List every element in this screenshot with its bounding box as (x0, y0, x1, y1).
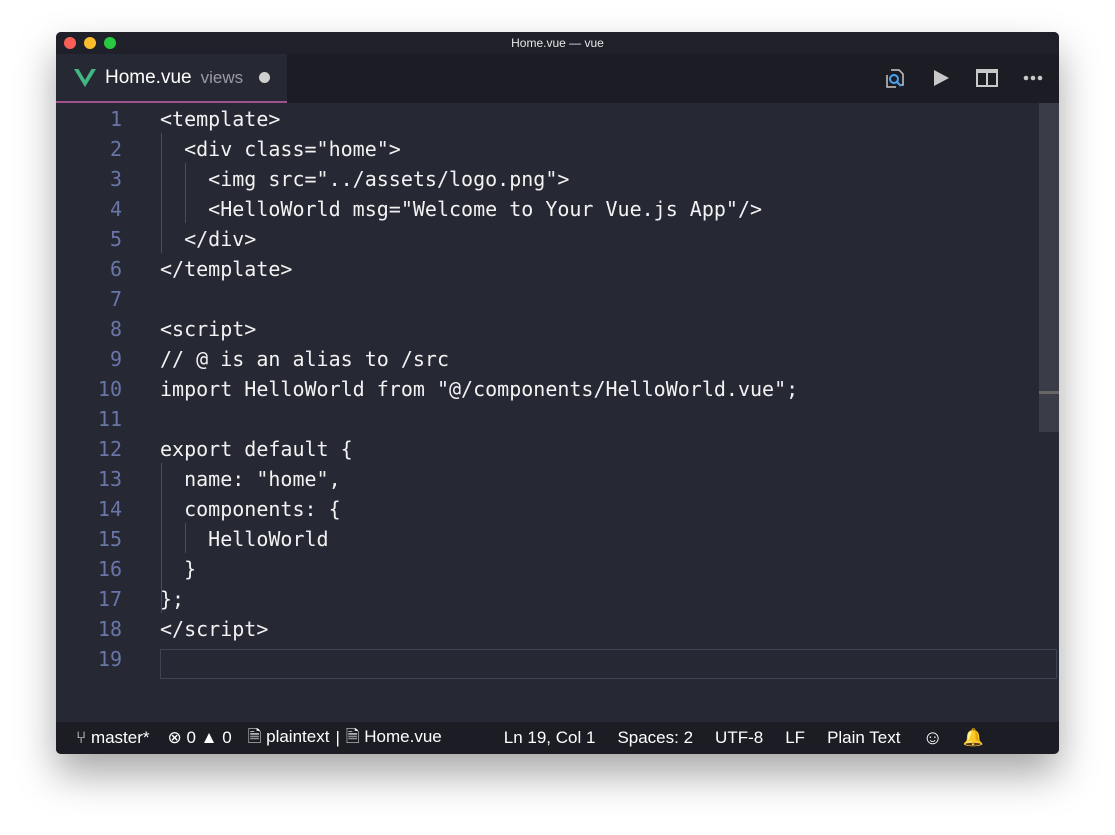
code-line[interactable]: 10 import HelloWorld from "@/components/H… (56, 374, 1039, 404)
code-line[interactable]: 13 name: "home", (56, 464, 1039, 494)
line-text: import HelloWorld from "@/components/Hel… (160, 374, 798, 404)
line-number: 19 (56, 644, 122, 674)
code-line[interactable]: 3 <img src="../assets/logo.png"> (56, 164, 1039, 194)
code-line[interactable]: 8 <script> (56, 314, 1039, 344)
line-text: <HelloWorld msg="Welcome to Your Vue.js … (160, 194, 762, 224)
scrollbar[interactable] (1039, 103, 1059, 432)
window-title: Home.vue — vue (511, 36, 604, 50)
close-button[interactable] (64, 37, 76, 49)
code-line[interactable]: 5 </div> (56, 224, 1039, 254)
more-actions-icon[interactable] (1021, 66, 1045, 90)
notifications-bell-icon[interactable]: 🔔 (963, 728, 984, 748)
line-text: </script> (160, 614, 268, 644)
line-text: }; (160, 584, 184, 614)
code-line[interactable]: 12 export default { (56, 434, 1039, 464)
line-number: 7 (56, 284, 122, 314)
encoding[interactable]: UTF-8 (715, 728, 763, 748)
line-number: 13 (56, 464, 122, 494)
code-line[interactable]: 14 components: { (56, 494, 1039, 524)
file-item[interactable]: 🗎 Home.vue (346, 724, 442, 753)
line-number: 11 (56, 404, 122, 434)
minimize-button[interactable] (84, 37, 96, 49)
line-text: <script> (160, 314, 256, 344)
vue-icon (74, 69, 96, 87)
code-line[interactable]: 16 } (56, 554, 1039, 584)
code-line[interactable]: 1 <template> (56, 104, 1039, 134)
feedback-smiley-icon[interactable]: ☺ (922, 727, 942, 750)
code-editor[interactable]: 1<template>2 <div class="home">3 <img sr… (56, 103, 1059, 722)
line-number: 8 (56, 314, 122, 344)
line-text: HelloWorld (160, 524, 329, 554)
line-number: 18 (56, 614, 122, 644)
language-id-item[interactable]: 🗎 plaintext (248, 724, 330, 753)
end-of-line[interactable]: LF (785, 728, 805, 748)
line-text: <template> (160, 104, 280, 134)
line-number: 15 (56, 524, 122, 554)
tab-name: Home.vue (105, 67, 192, 89)
code-line[interactable]: 17}; (56, 584, 1039, 614)
line-text: } (160, 554, 196, 584)
code-line[interactable]: 4 <HelloWorld msg="Welcome to Your Vue.j… (56, 194, 1039, 224)
line-number: 4 (56, 194, 122, 224)
code-line[interactable]: 6 </template> (56, 254, 1039, 284)
line-number: 14 (56, 494, 122, 524)
line-number: 3 (56, 164, 122, 194)
separator: | (335, 728, 339, 748)
editor-window: Home.vue — vue Home.vue views 1 <template… (56, 32, 1059, 754)
split-editor-icon[interactable] (975, 66, 999, 90)
code-line[interactable]: 7 (56, 284, 1039, 314)
zoom-button[interactable] (104, 37, 116, 49)
line-text: </template> (160, 254, 292, 284)
status-bar: ⑂ master* ⊗ 0 ▲ 0 🗎 plaintext | 🗎 Home.v… (56, 722, 1059, 754)
line-number: 1 (56, 104, 122, 134)
cursor-position[interactable]: Ln 19, Col 1 (504, 728, 596, 748)
line-text: <img src="../assets/logo.png"> (160, 164, 569, 194)
code-line[interactable]: 9 // @ is an alias to /src (56, 344, 1039, 374)
code-line[interactable]: 15 HelloWorld (56, 524, 1039, 554)
tab-home-vue[interactable]: Home.vue views (56, 54, 287, 103)
run-icon[interactable] (929, 66, 953, 90)
code-line[interactable]: 18 </script> (56, 614, 1039, 644)
line-text: export default { (160, 434, 353, 464)
open-preview-icon[interactable] (883, 66, 907, 90)
indentation[interactable]: Spaces: 2 (617, 728, 693, 748)
line-number: 2 (56, 134, 122, 164)
line-text: <div class="home"> (160, 134, 401, 164)
line-number: 17 (56, 584, 122, 614)
line-number: 9 (56, 344, 122, 374)
line-text: // @ is an alias to /src (160, 344, 449, 374)
line-number: 12 (56, 434, 122, 464)
line-text: name: "home", (160, 464, 341, 494)
line-text: components: { (160, 494, 341, 524)
line-number: 10 (56, 374, 122, 404)
tab-bar: Home.vue views (56, 54, 1059, 103)
line-text: </div> (160, 224, 256, 254)
unsaved-dot-icon[interactable] (259, 72, 270, 83)
line-number: 5 (56, 224, 122, 254)
line-number: 16 (56, 554, 122, 584)
code-line[interactable]: 2 <div class="home"> (56, 134, 1039, 164)
branch-item[interactable]: ⑂ master* (76, 728, 150, 748)
code-line[interactable]: 11 (56, 404, 1039, 434)
language-mode[interactable]: Plain Text (827, 728, 900, 748)
title-bar: Home.vue — vue (56, 32, 1059, 54)
code-line[interactable]: 19 (56, 644, 1039, 674)
problems-item[interactable]: ⊗ 0 ▲ 0 (168, 728, 232, 748)
tab-directory: views (201, 68, 244, 88)
line-number: 6 (56, 254, 122, 284)
